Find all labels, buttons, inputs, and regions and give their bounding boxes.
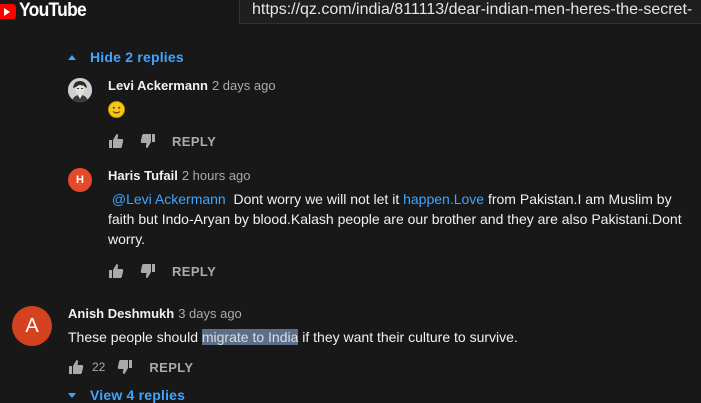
comment-time[interactable]: 2 days ago — [212, 78, 276, 93]
reply-actions-haris: REPLY — [108, 261, 216, 281]
comment-text-anish: These people should migrate to India if … — [68, 327, 518, 347]
comment-text-part: if they want their culture to survive. — [298, 329, 518, 345]
selected-text: migrate to India — [201, 329, 299, 345]
view-replies-button[interactable]: View 4 replies — [68, 386, 185, 403]
chevron-up-icon — [68, 54, 76, 60]
avatar-portrait-icon — [68, 78, 92, 102]
thumbs-up-icon[interactable] — [68, 359, 84, 375]
comment-actions-anish: 22 REPLY — [68, 357, 194, 377]
youtube-play-icon — [0, 3, 16, 19]
thumbs-up-icon[interactable] — [108, 133, 124, 149]
comment-author[interactable]: Haris Tufail — [108, 168, 178, 183]
slightly-smiling-face-icon — [108, 101, 125, 118]
reply-button[interactable]: REPLY — [149, 360, 193, 375]
youtube-logo-text: YouTube — [19, 0, 87, 21]
avatar-levi-ackermann[interactable] — [68, 78, 92, 102]
thumbs-down-icon[interactable] — [140, 133, 156, 149]
comment-time[interactable]: 3 days ago — [178, 306, 242, 321]
thumbs-up-icon[interactable] — [108, 263, 124, 279]
hashtag-link[interactable]: happen.Love — [403, 191, 484, 207]
thumbs-down-icon[interactable] — [140, 263, 156, 279]
thumbs-down-icon[interactable] — [117, 359, 133, 375]
hide-replies-button[interactable]: Hide 2 replies — [68, 48, 184, 66]
like-count: 22 — [92, 360, 106, 374]
comment-author[interactable]: Anish Deshmukh — [68, 306, 174, 321]
address-bar-url[interactable]: https://qz.com/india/811113/dear-indian-… — [252, 0, 692, 20]
reply-button[interactable]: REPLY — [172, 264, 216, 279]
comment-time[interactable]: 2 hours ago — [182, 168, 251, 183]
reply-meta-levi: Levi Ackermann 2 days ago — [108, 78, 276, 94]
comment-meta-anish: Anish Deshmukh 3 days ago — [68, 306, 242, 322]
hide-replies-label: Hide 2 replies — [90, 49, 184, 65]
reply-actions-levi: REPLY — [108, 131, 216, 151]
reply-meta-haris: Haris Tufail 2 hours ago — [108, 168, 251, 184]
reply-text-part: Dont worry we will not let it — [225, 191, 404, 207]
chevron-down-icon — [68, 392, 76, 398]
avatar-haris-tufail[interactable]: H — [68, 168, 92, 192]
comment-text-part: These people should — [68, 329, 202, 345]
top-bar: YouTube https://qz.com/india/811113/dear… — [0, 0, 701, 24]
reply-button[interactable]: REPLY — [172, 134, 216, 149]
view-replies-label: View 4 replies — [90, 387, 186, 403]
youtube-logo[interactable]: YouTube — [0, 0, 92, 22]
reply-text-haris: @Levi Ackermann Dont worry we will not l… — [108, 189, 700, 249]
mention-link[interactable]: @Levi Ackermann — [112, 191, 226, 207]
address-bar[interactable]: https://qz.com/india/811113/dear-indian-… — [239, 0, 701, 24]
avatar-anish-deshmukh[interactable]: A — [12, 306, 52, 346]
comment-author[interactable]: Levi Ackermann — [108, 78, 208, 93]
